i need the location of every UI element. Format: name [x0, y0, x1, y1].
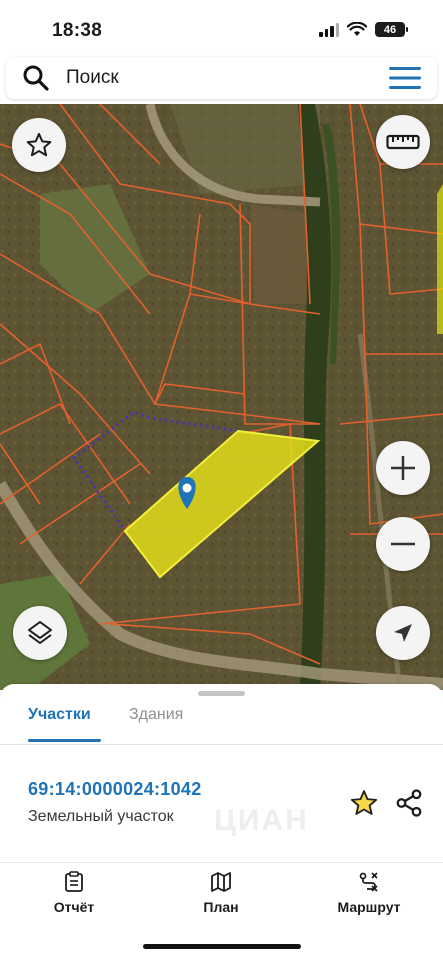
wifi-icon	[347, 22, 367, 36]
nav-route-label: Маршрут	[337, 899, 401, 915]
tab-parcels[interactable]: Участки	[28, 706, 91, 724]
map-imagery	[0, 104, 443, 690]
zoom-out-button[interactable]	[376, 517, 430, 571]
tab-bar: Участки Здания	[0, 700, 443, 745]
sheet-grabber[interactable]	[198, 691, 245, 696]
add-to-favorites-icon[interactable]	[349, 788, 379, 818]
status-indicators: 46	[319, 22, 408, 37]
bottom-navigation: Отчёт План Маршрут	[0, 862, 443, 923]
search-icon	[23, 65, 49, 91]
bottom-sheet: Участки Здания ЦИАН 69:14:0000024:1042 З…	[0, 684, 443, 960]
plus-icon	[391, 456, 415, 480]
zoom-in-button[interactable]	[376, 441, 430, 495]
ruler-icon	[386, 134, 420, 150]
star-outline-icon	[26, 132, 52, 157]
ruler-button[interactable]	[376, 115, 430, 169]
report-icon	[65, 871, 83, 892]
battery-icon: 46	[375, 22, 408, 37]
cadastral-number[interactable]: 69:14:0000024:1042	[28, 779, 202, 800]
route-icon	[359, 872, 378, 892]
map-plan-icon	[211, 872, 231, 892]
status-bar: 18:38 46	[0, 0, 443, 56]
watermark: ЦИАН	[214, 804, 309, 837]
share-icon[interactable]	[394, 788, 424, 818]
parcel-type: Земельный участок	[28, 808, 174, 825]
search-label: Поиск	[66, 67, 119, 88]
satellite-map[interactable]	[0, 104, 443, 690]
layers-button[interactable]	[13, 606, 67, 660]
nav-report[interactable]: Отчёт	[19, 871, 129, 915]
my-location-button[interactable]	[376, 606, 430, 660]
cellular-signal-icon	[319, 22, 339, 37]
nav-report-label: Отчёт	[53, 899, 95, 915]
active-tab-indicator	[28, 739, 101, 742]
nav-route[interactable]: Маршрут	[314, 871, 424, 915]
search-bar[interactable]: Поиск	[6, 57, 437, 99]
status-time: 18:38	[52, 20, 103, 41]
location-arrow-icon	[394, 624, 412, 642]
layers-icon	[28, 621, 52, 644]
menu-icon[interactable]	[389, 67, 421, 89]
home-indicator	[143, 944, 301, 949]
tab-buildings[interactable]: Здания	[129, 706, 183, 724]
nav-plan-label: План	[203, 899, 239, 915]
nav-plan[interactable]: План	[166, 871, 276, 915]
minus-icon	[391, 542, 415, 546]
favorites-button[interactable]	[12, 118, 66, 172]
